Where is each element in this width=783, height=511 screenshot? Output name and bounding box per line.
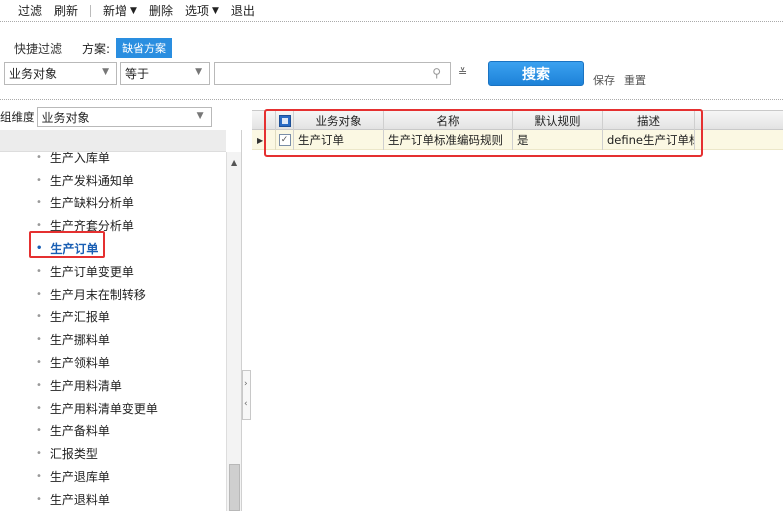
tree-item[interactable]: • 生产订单变更单: [0, 260, 226, 283]
bullet-icon: •: [36, 493, 42, 505]
chevron-right-icon[interactable]: ›: [244, 379, 248, 389]
filter-value-input[interactable]: ⚲: [214, 62, 451, 85]
bullet-icon: •: [36, 425, 42, 437]
filter-button-label: 过滤: [18, 4, 43, 18]
bullet-icon: •: [36, 334, 42, 346]
operator-select[interactable]: 等于 ▼: [120, 62, 210, 85]
bullet-icon: •: [36, 174, 42, 186]
caret-down-icon: ▼: [130, 5, 137, 16]
search-icon[interactable]: ⚲: [432, 66, 441, 80]
bullet-icon: •: [36, 357, 42, 369]
tree-item-label: 生产用料清单: [49, 378, 122, 393]
bullet-icon: •: [36, 379, 42, 391]
tree-item[interactable]: • 生产用料清单: [0, 374, 226, 397]
field-select[interactable]: 业务对象 ▼: [4, 62, 117, 85]
delete-button[interactable]: 删除: [149, 2, 173, 19]
tree-item-label: 汇报类型: [49, 447, 98, 462]
operator-select-value: 等于: [125, 67, 150, 81]
caret-down-icon: ▼: [212, 5, 219, 16]
tree-item-label: 生产领料单: [49, 356, 110, 371]
grid-highlight: [264, 109, 703, 157]
tree-item[interactable]: • 生产退库单: [0, 465, 226, 488]
exit-button[interactable]: 退出: [231, 2, 255, 19]
scheme-chip[interactable]: 缺省方案: [116, 38, 173, 58]
bullet-icon: •: [36, 288, 42, 300]
chevron-down-icon: ▼: [195, 67, 202, 77]
tree-item[interactable]: • 汇报类型: [0, 442, 226, 465]
quick-filter-row: 快捷过滤 方案: 缺省方案: [14, 38, 173, 58]
tree-item-label: 生产退料单: [49, 492, 110, 507]
bullet-icon: •: [36, 402, 42, 414]
save-link[interactable]: 保存: [593, 72, 615, 88]
divider: [0, 99, 783, 100]
tree-item[interactable]: • 生产用料清单变更单: [0, 397, 226, 420]
search-button[interactable]: 搜索: [488, 61, 584, 86]
reset-link[interactable]: 重置: [624, 72, 646, 88]
tree-item[interactable]: • 生产备料单: [0, 420, 226, 443]
left-tree-panel: • 生产入库单 • 生产发料通知单 • 生产缺料分析单 • 生产齐套分析单 • 生产订单 …: [0, 130, 242, 511]
tree-item-label: 生产汇报单: [49, 310, 110, 325]
tree-item-label: 生产缺料分析单: [49, 196, 134, 211]
tree-item-label: 生产备料单: [49, 424, 110, 439]
exit-button-label: 退出: [230, 4, 255, 18]
chevron-left-icon[interactable]: ‹: [244, 399, 248, 409]
refresh-button-label: 刷新: [54, 4, 79, 18]
tree-item-label: 生产发料通知单: [49, 173, 134, 188]
filter-button[interactable]: 过滤: [18, 2, 42, 19]
scroll-up-icon[interactable]: ▲: [231, 158, 237, 167]
rules-grid: 业务对象 名称 默认规则 描述 ▶ ✓ 生产订单 生产订单标准编码规则 是 de…: [252, 107, 783, 511]
tree-item[interactable]: • 生产挪料单: [0, 328, 226, 351]
tree-item-label: 生产订单变更单: [49, 264, 134, 279]
tree-item[interactable]: • 生产缺料分析单: [0, 192, 226, 215]
bullet-icon: •: [36, 265, 42, 277]
tree-item-label: 生产挪料单: [49, 333, 110, 348]
delete-button-label: 删除: [148, 4, 173, 18]
bullet-icon: •: [36, 151, 42, 163]
scheme-label: 方案:: [82, 41, 111, 56]
bullet-icon: •: [36, 220, 42, 232]
search-button-label: 搜索: [522, 66, 550, 83]
options-menu-button[interactable]: 选项 ▼: [185, 2, 219, 19]
panel-splitter[interactable]: › ‹: [242, 370, 251, 420]
dimension-row: 组维度 业务对象 ▼: [0, 107, 212, 127]
dimension-select-value: 业务对象: [41, 110, 90, 125]
refresh-button[interactable]: 刷新: [54, 2, 78, 19]
bullet-icon: •: [36, 471, 42, 483]
tree-scrollbar[interactable]: ▲: [226, 152, 241, 511]
chevron-down-icon: ▼: [196, 111, 204, 121]
bullet-icon: •: [36, 197, 42, 209]
new-menu-label: 新增: [103, 4, 128, 18]
toolbar: 过滤 刷新 新增 ▼ 删除 选项 ▼ 退出: [0, 0, 783, 22]
tree-item[interactable]: • 生产领料单: [0, 351, 226, 374]
tree-item-label: 生产月末在制转移: [49, 287, 146, 302]
scroll-thumb[interactable]: [229, 464, 240, 511]
bullet-icon: •: [36, 311, 42, 323]
tree-item[interactable]: • 生产退料单: [0, 488, 226, 511]
dimension-select[interactable]: 业务对象 ▼: [36, 107, 212, 127]
selected-item-highlight: [29, 231, 105, 258]
tree-list: • 生产入库单 • 生产发料通知单 • 生产缺料分析单 • 生产齐套分析单 • 生产订单 …: [0, 146, 226, 511]
dimension-label: 组维度: [0, 110, 35, 124]
toolbar-separator: [90, 4, 92, 17]
tree-item-label: 生产用料清单变更单: [49, 401, 158, 416]
options-menu-label: 选项: [184, 4, 209, 18]
field-select-value: 业务对象: [9, 67, 58, 81]
bullet-icon: •: [36, 448, 42, 460]
tree-item[interactable]: • 生产发料通知单: [0, 169, 226, 192]
tree-item[interactable]: • 生产月末在制转移: [0, 283, 226, 306]
expand-icon[interactable]: ≚: [458, 66, 467, 79]
quick-filter-label: 快捷过滤: [14, 41, 63, 56]
chevron-down-icon: ▼: [102, 67, 109, 77]
tree-item-label: 生产退库单: [49, 470, 110, 485]
tree-item[interactable]: • 生产汇报单: [0, 306, 226, 329]
new-menu-button[interactable]: 新增 ▼: [103, 2, 137, 19]
tree-header-overlay: [0, 130, 226, 152]
